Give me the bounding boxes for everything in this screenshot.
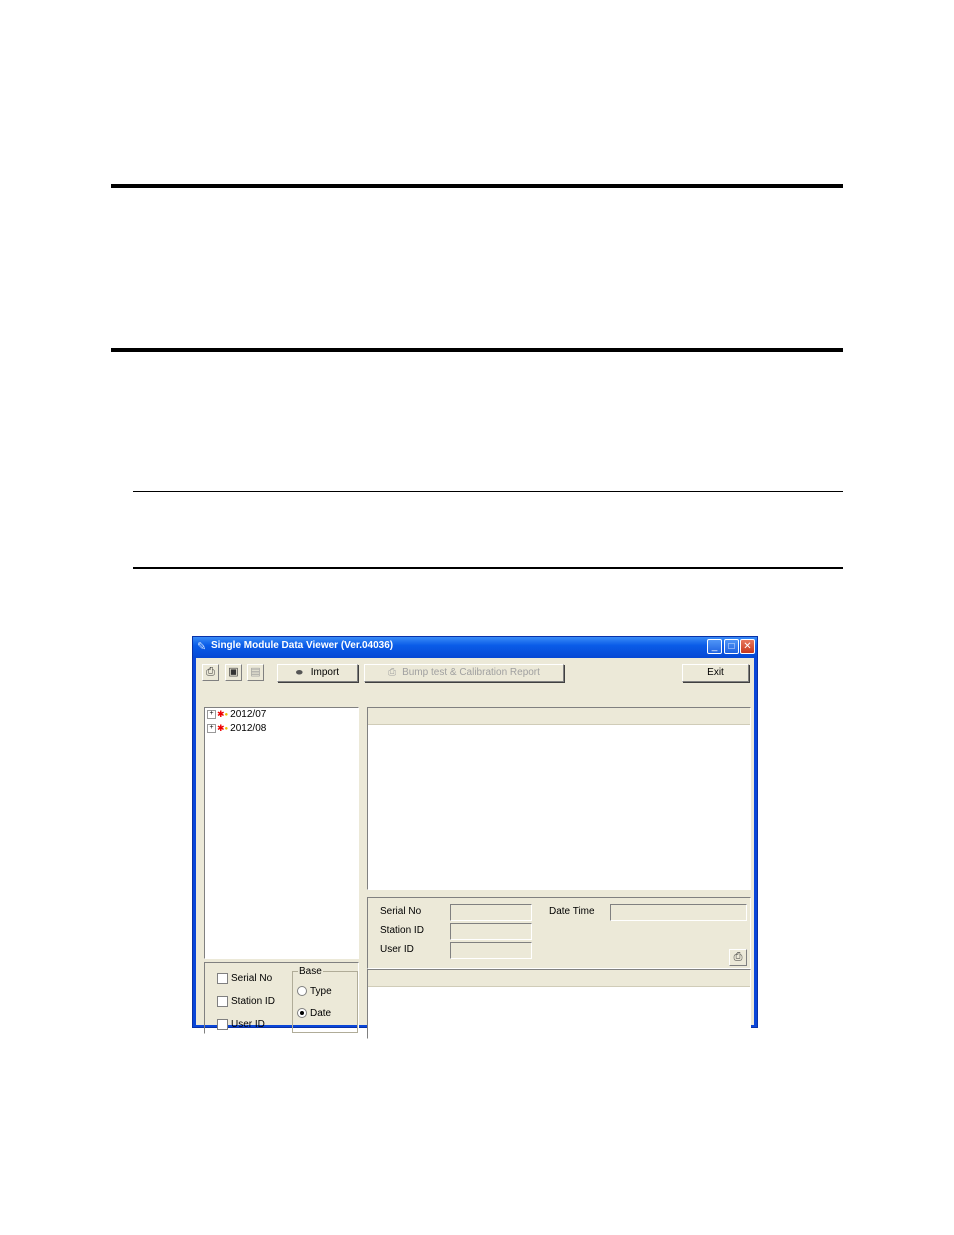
filter-panel: Serial No Station ID User ID Base Type D… [204, 962, 359, 1034]
serial-no-checkbox[interactable]: Serial No [217, 973, 272, 984]
user-id-label: User ID [380, 944, 414, 955]
section-rule-second [111, 348, 843, 352]
report-label: Bump test & Calibration Report [402, 667, 540, 678]
detail-records-list[interactable] [367, 969, 751, 1039]
tree-node[interactable]: + ✱● 2012/07 [207, 709, 266, 720]
tree-node-label: 2012/07 [230, 709, 267, 721]
import-button[interactable]: ⬬ Import [277, 664, 358, 682]
serial-no-label: Serial No [380, 906, 422, 917]
checkbox-box[interactable] [217, 973, 228, 984]
type-radio[interactable]: Type [297, 986, 332, 997]
station-id-checkbox[interactable]: Station ID [217, 996, 275, 1007]
gas-module-icon: ✱ [217, 709, 225, 719]
exit-button[interactable]: Exit [682, 664, 749, 682]
tree-node[interactable]: + ✱● 2012/08 [207, 723, 266, 734]
expand-icon[interactable]: + [207, 724, 216, 733]
detail-print-button[interactable]: ⎙ [729, 949, 747, 966]
date-time-label: Date Time [549, 906, 595, 917]
report-button[interactable]: ⎙ Bump test & Calibration Report [364, 664, 564, 682]
records-list[interactable] [367, 707, 751, 890]
radio-label: Type [310, 986, 332, 997]
radio-circle[interactable] [297, 986, 307, 997]
maximize-button[interactable]: □ [724, 639, 739, 654]
report-printer-icon: ⎙ [388, 667, 397, 678]
save-button[interactable]: ▣ [225, 664, 242, 681]
status-dot-icon: ● [224, 725, 229, 732]
app-window: ✎ Single Module Data Viewer (Ver.04036) … [192, 636, 758, 1039]
minimize-button[interactable]: _ [707, 639, 722, 654]
section-rule-top [111, 184, 843, 188]
user-id-field [450, 942, 532, 959]
close-button[interactable]: ✕ [740, 639, 755, 654]
section-rule-third [133, 491, 843, 492]
base-group-title: Base [298, 966, 323, 977]
title-bar[interactable]: ✎ Single Module Data Viewer (Ver.04036) … [193, 637, 757, 658]
radio-label: Date [310, 1008, 332, 1019]
app-icon: ✎ [197, 641, 207, 653]
window-title: Single Module Data Viewer (Ver.04036) [211, 640, 394, 651]
client-area: ⎙ ▣ ▤ ⬬ Import ⎙ Bump test & Calibration R… [196, 658, 754, 1039]
import-icon: ⬬ [295, 668, 303, 677]
detail-records-header[interactable] [368, 970, 750, 987]
date-tree[interactable]: + ✱● 2012/07 + ✱● 2012/08 [204, 707, 359, 959]
printer-icon: ⎙ [206, 666, 215, 678]
gas-module-icon: ✱ [217, 723, 225, 733]
base-group: Base Type Date [292, 966, 358, 1033]
user-id-checkbox[interactable]: User ID [217, 1019, 265, 1030]
details-panel: Serial No Station ID User ID Date Time ⎙ [367, 897, 751, 969]
checkbox-label: Station ID [231, 996, 275, 1008]
checkbox-box[interactable] [217, 996, 228, 1007]
import-label: Import [310, 667, 340, 678]
checkbox-label: Serial No [231, 973, 273, 985]
radio-circle-selected[interactable] [297, 1008, 307, 1019]
exit-label: Exit [707, 667, 724, 678]
station-id-label: Station ID [380, 925, 424, 936]
printer-icon: ⎙ [733, 951, 743, 963]
tree-node-label: 2012/08 [230, 723, 267, 735]
checkbox-box[interactable] [217, 1019, 228, 1030]
clipboard-icon: ▤ [250, 666, 261, 678]
date-radio[interactable]: Date [297, 1008, 331, 1019]
print-button[interactable]: ⎙ [202, 664, 219, 681]
clipboard-button[interactable]: ▤ [247, 664, 264, 681]
floppy-disk-icon: ▣ [228, 666, 239, 678]
status-dot-icon: ● [224, 711, 229, 718]
date-time-field [610, 904, 747, 921]
section-rule-fourth [133, 567, 843, 569]
expand-icon[interactable]: + [207, 710, 216, 719]
checkbox-label: User ID [231, 1019, 265, 1031]
serial-no-field [450, 904, 532, 921]
station-id-field [450, 923, 532, 940]
records-list-header[interactable] [368, 708, 750, 725]
